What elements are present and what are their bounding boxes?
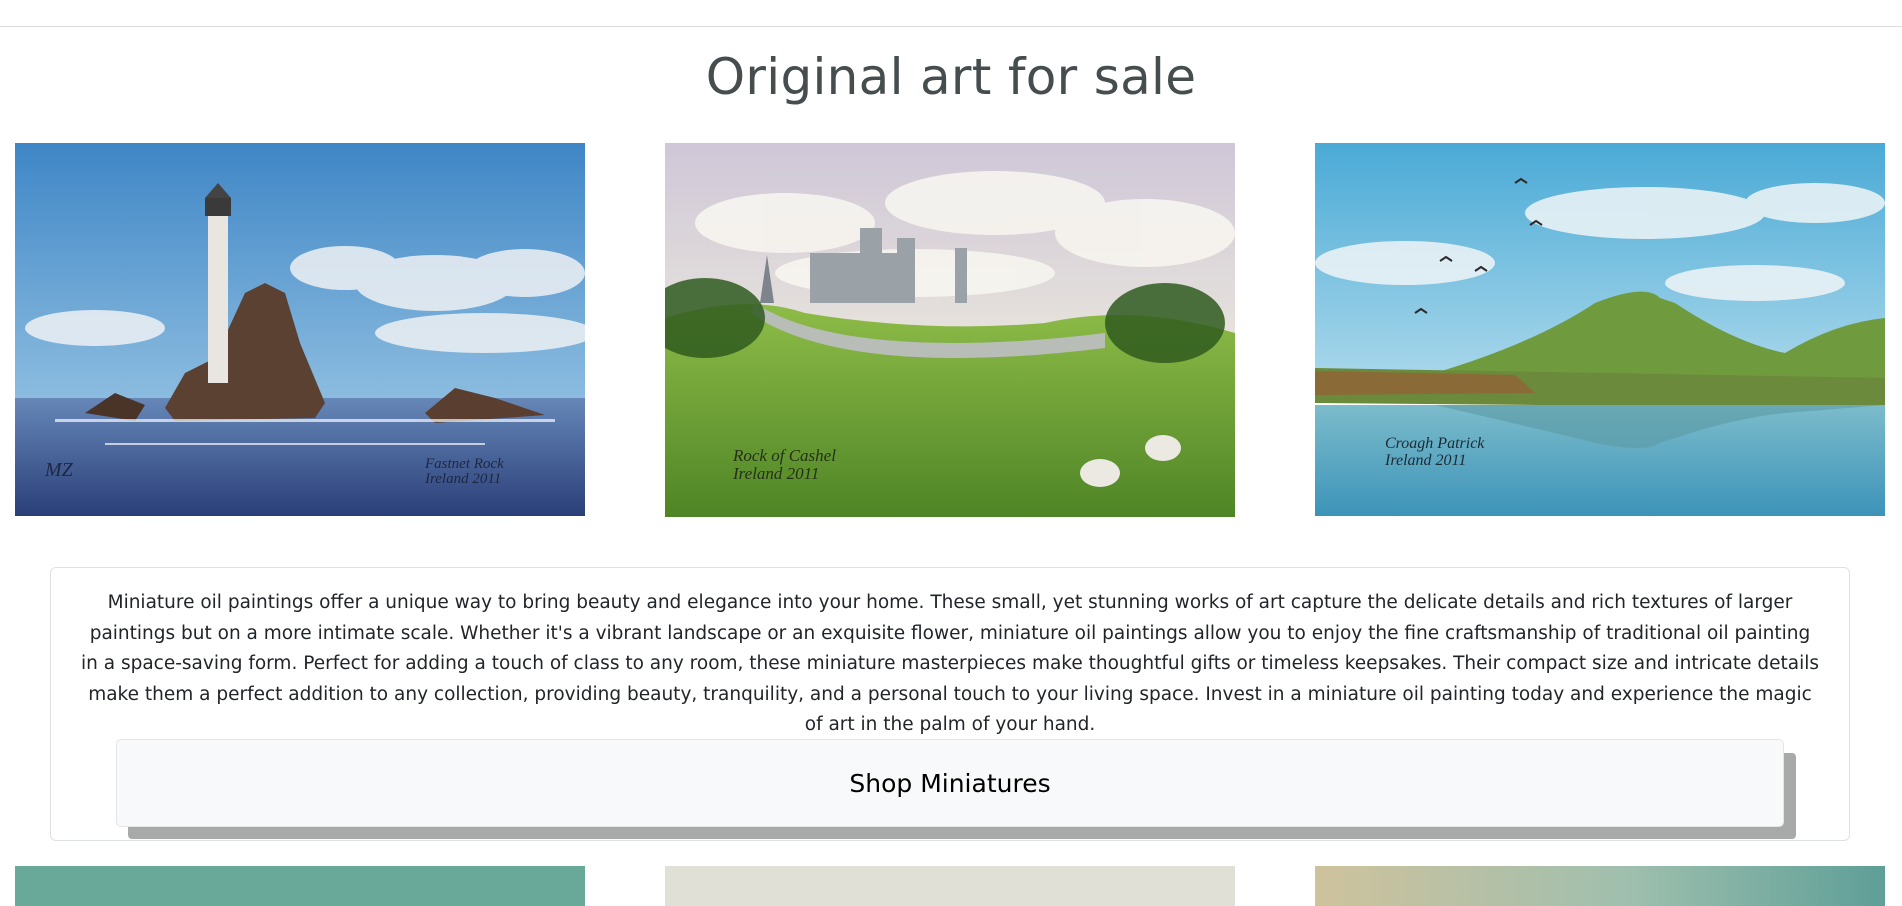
painting-3-inscription-line2: Ireland 2011	[1384, 452, 1466, 469]
painting-row2-2-image[interactable]	[665, 866, 1235, 906]
page-title: Original art for sale	[705, 48, 1197, 106]
painting-1-monogram: MZ	[44, 459, 74, 481]
painting-row2-3-image[interactable]	[1315, 866, 1885, 906]
painting-1-inscription-line2: Ireland 2011	[424, 471, 501, 487]
painting-2-inscription-line1: Rock of Cashel	[732, 446, 836, 465]
painting-rock-of-cashel-image[interactable]: Rock of Cashel Ireland 2011	[665, 143, 1235, 517]
painting-fastnet-rock-image[interactable]: MZ Fastnet Rock Ireland 2011	[15, 143, 585, 516]
painting-2-inscription-line2: Ireland 2011	[732, 464, 819, 483]
painting-croagh-patrick-image[interactable]: Croagh Patrick Ireland 2011	[1315, 143, 1885, 516]
painting-3-inscription-line1: Croagh Patrick	[1385, 435, 1485, 452]
intro-paragraph: Miniature oil paintings offer a unique w…	[81, 592, 1820, 735]
header-divider	[0, 26, 1902, 27]
painting-1-inscription-line1: Fastnet Rock	[424, 456, 504, 472]
shop-miniatures-button[interactable]: Shop Miniatures	[116, 739, 1784, 827]
painting-row2-1-image[interactable]	[15, 866, 585, 906]
